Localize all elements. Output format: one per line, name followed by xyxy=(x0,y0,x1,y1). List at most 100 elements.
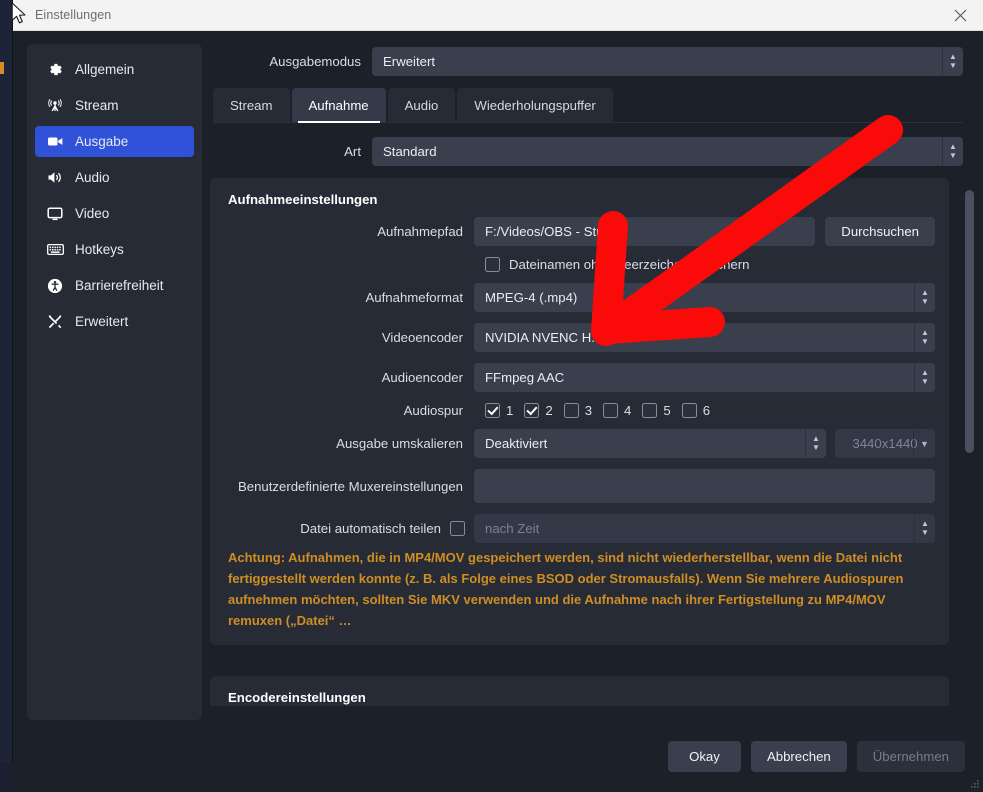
video-encoder-row: Videoencoder NVIDIA NVENC H.264 ▲▼ xyxy=(224,323,935,352)
recording-type-value: Standard xyxy=(383,144,437,159)
audio-tracks-label: Audiospur xyxy=(224,403,474,418)
resize-grip-icon[interactable] xyxy=(968,777,980,789)
spinner-arrows-icon[interactable]: ▲▼ xyxy=(914,363,935,392)
output-mode-label: Ausgabemodus xyxy=(202,54,372,69)
track-number: 1 xyxy=(506,403,513,418)
audio-track-2[interactable]: 2 xyxy=(524,403,552,418)
tab-label: Audio xyxy=(405,98,439,113)
desktop-accent-mark xyxy=(0,62,4,74)
no-spaces-row: Dateinamen ohne Leerzeichen speichern xyxy=(224,257,935,272)
checkbox-box[interactable] xyxy=(524,403,539,418)
mouse-cursor-icon xyxy=(11,2,27,26)
rescale-output-select[interactable]: Deaktiviert ▲▼ xyxy=(474,429,826,458)
checkbox-box[interactable] xyxy=(603,403,618,418)
audio-tracks-row: Audiospur 1 2 xyxy=(224,403,935,418)
scrollbar-thumb[interactable] xyxy=(965,190,974,453)
audio-track-1[interactable]: 1 xyxy=(485,403,513,418)
muxer-settings-row: Benutzerdefinierte Muxereinstellungen xyxy=(224,469,935,503)
auto-split-mode-value: nach Zeit xyxy=(485,521,539,536)
video-encoder-select[interactable]: NVIDIA NVENC H.264 ▲▼ xyxy=(474,323,935,352)
tab-stream[interactable]: Stream xyxy=(213,88,290,122)
sidebar-item-video[interactable]: Video xyxy=(35,198,194,229)
recording-format-value: MPEG-4 (.mp4) xyxy=(485,290,577,305)
sidebar-item-allgemein[interactable]: Allgemein xyxy=(35,54,194,85)
sidebar-item-label: Stream xyxy=(75,98,119,113)
checkbox-box[interactable] xyxy=(485,403,500,418)
output-tabs: Stream Aufnahme Audio Wiederholungspuffe… xyxy=(213,88,963,123)
window-body: Allgemein Stream xyxy=(13,31,983,720)
sidebar-item-stream[interactable]: Stream xyxy=(35,90,194,121)
checkbox-box[interactable] xyxy=(564,403,579,418)
output-video-icon xyxy=(45,133,65,151)
recording-path-row: Aufnahmepfad F:/Videos/OBS - Studio Durc… xyxy=(224,217,935,246)
audio-track-4[interactable]: 4 xyxy=(603,403,631,418)
video-encoder-label: Videoencoder xyxy=(224,330,474,345)
sidebar-item-label: Video xyxy=(75,206,109,221)
no-spaces-label: Dateinamen ohne Leerzeichen speichern xyxy=(509,257,749,272)
settings-sidebar: Allgemein Stream xyxy=(27,44,202,720)
audio-encoder-row: Audioencoder FFmpeg AAC ▲▼ xyxy=(224,363,935,392)
mp4-warning-text: Achtung: Aufnahmen, die in MP4/MOV gespe… xyxy=(228,547,929,631)
sidebar-item-audio[interactable]: Audio xyxy=(35,162,194,193)
audio-encoder-select[interactable]: FFmpeg AAC ▲▼ xyxy=(474,363,935,392)
tab-label: Wiederholungspuffer xyxy=(474,98,595,113)
audio-track-6[interactable]: 6 xyxy=(682,403,710,418)
spinner-arrows-icon[interactable]: ▲▼ xyxy=(942,137,963,166)
track-number: 2 xyxy=(545,403,552,418)
audio-track-3[interactable]: 3 xyxy=(564,403,592,418)
vertical-scrollbar[interactable] xyxy=(965,178,974,696)
spinner-arrows-icon[interactable]: ▲▼ xyxy=(805,429,826,458)
recording-path-input[interactable]: F:/Videos/OBS - Studio xyxy=(474,217,815,246)
cancel-button-label: Abbrechen xyxy=(767,749,831,764)
gear-icon xyxy=(45,61,65,79)
recording-path-value: F:/Videos/OBS - Studio xyxy=(485,224,621,239)
spinner-arrows-icon[interactable]: ▲▼ xyxy=(914,323,935,352)
dialog-button-bar: Okay Abbrechen Übernehmen xyxy=(13,720,983,792)
auto-split-checkbox[interactable] xyxy=(450,521,465,536)
checkbox-box[interactable] xyxy=(642,403,657,418)
output-mode-value: Erweitert xyxy=(383,54,435,69)
broadcast-icon xyxy=(45,97,65,115)
recording-type-label: Art xyxy=(202,144,372,159)
tab-aufnahme[interactable]: Aufnahme xyxy=(292,88,386,122)
sidebar-item-label: Erweitert xyxy=(75,314,128,329)
audio-encoder-label: Audioencoder xyxy=(224,370,474,385)
audio-track-5[interactable]: 5 xyxy=(642,403,670,418)
checkbox-box[interactable] xyxy=(682,403,697,418)
cancel-button[interactable]: Abbrechen xyxy=(751,741,847,772)
ok-button[interactable]: Okay xyxy=(668,741,741,772)
browse-button[interactable]: Durchsuchen xyxy=(825,217,935,246)
rescale-resolution-value: 3440x1440 xyxy=(852,436,917,451)
rescale-resolution-select: 3440x1440 ▼ xyxy=(835,429,935,458)
monitor-icon xyxy=(45,205,65,223)
recording-format-row: Aufnahmeformat MPEG-4 (.mp4) ▲▼ xyxy=(224,283,935,312)
spinner-arrows-icon[interactable]: ▲▼ xyxy=(942,47,963,76)
sidebar-item-label: Ausgabe xyxy=(75,134,128,149)
group-title: Aufnahmeeinstellungen xyxy=(228,192,935,207)
sidebar-item-barrierefreiheit[interactable]: Barrierefreiheit xyxy=(35,270,194,301)
recording-format-select[interactable]: MPEG-4 (.mp4) ▲▼ xyxy=(474,283,935,312)
settings-scroll-area: Aufnahmeeinstellungen Aufnahmepfad F:/Vi… xyxy=(202,178,983,706)
spinner-arrows-icon[interactable]: ▲▼ xyxy=(914,283,935,312)
speaker-icon xyxy=(45,169,65,187)
close-icon[interactable] xyxy=(937,0,983,30)
accessibility-icon xyxy=(45,277,65,295)
track-number: 5 xyxy=(663,403,670,418)
ok-button-label: Okay xyxy=(689,749,720,764)
recording-type-select[interactable]: Standard ▲▼ xyxy=(372,137,963,166)
auto-split-row: Datei automatisch teilen nach Zeit ▲▼ xyxy=(224,514,935,543)
checkbox-box[interactable] xyxy=(485,257,500,272)
sidebar-item-hotkeys[interactable]: Hotkeys xyxy=(35,234,194,265)
apply-button-label: Übernehmen xyxy=(873,749,949,764)
sidebar-item-erweitert[interactable]: Erweitert xyxy=(35,306,194,337)
tab-audio[interactable]: Audio xyxy=(388,88,456,122)
muxer-settings-input[interactable] xyxy=(474,469,935,503)
sidebar-item-ausgabe[interactable]: Ausgabe xyxy=(35,126,194,157)
output-mode-select[interactable]: Erweitert ▲▼ xyxy=(372,47,963,76)
no-spaces-checkbox[interactable]: Dateinamen ohne Leerzeichen speichern xyxy=(474,257,935,272)
tab-wiederholungspuffer[interactable]: Wiederholungspuffer xyxy=(457,88,612,122)
audio-encoder-value: FFmpeg AAC xyxy=(485,370,564,385)
recording-settings-group: Aufnahmeeinstellungen Aufnahmepfad F:/Vi… xyxy=(210,178,949,645)
rescale-output-value: Deaktiviert xyxy=(485,436,547,451)
audio-track-checkboxes: 1 2 3 4 xyxy=(474,403,935,418)
